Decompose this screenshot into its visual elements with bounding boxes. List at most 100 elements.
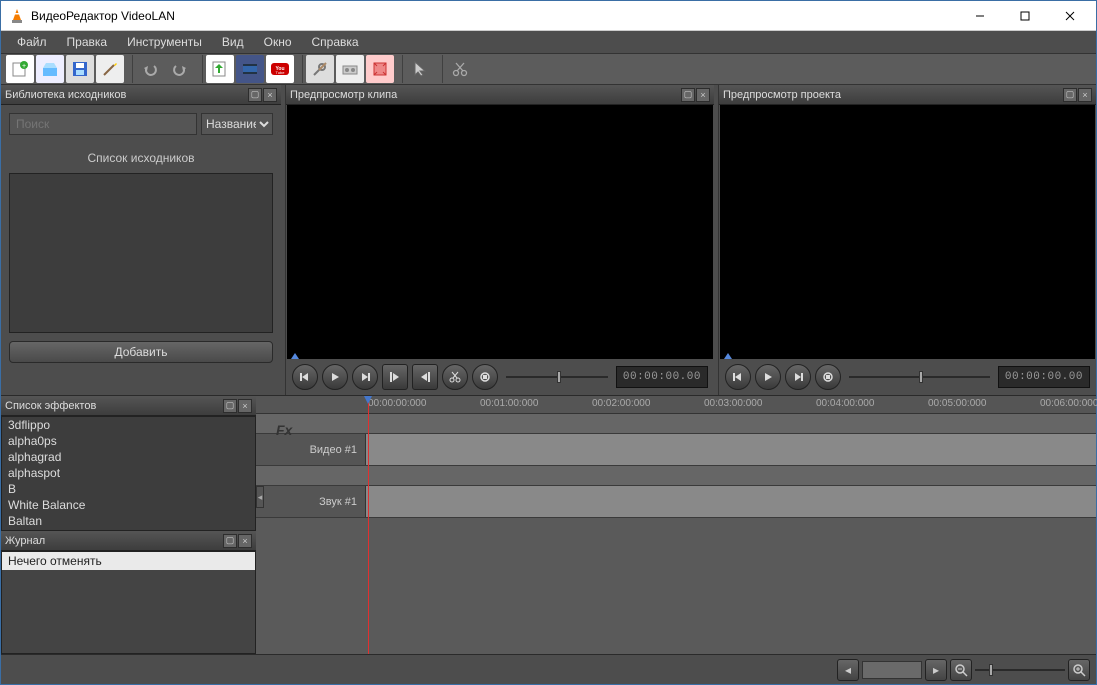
journal-header[interactable]: Журнал ▢ × — [1, 531, 256, 551]
project-position-slider[interactable] — [845, 367, 994, 387]
list-item[interactable]: alphagrad — [2, 449, 255, 465]
audio-track-label[interactable]: Звук #1 — [256, 486, 366, 517]
audio-track[interactable]: Звук #1 — [256, 486, 1096, 518]
audio-track-body[interactable] — [366, 486, 1096, 517]
prev-frame-button[interactable] — [725, 364, 751, 390]
ruler-label: 00:04:00:000 — [816, 398, 874, 409]
menu-tools[interactable]: Инструменты — [117, 32, 212, 52]
clip-marker-icon — [291, 353, 299, 359]
playhead[interactable] — [368, 396, 369, 654]
list-item[interactable]: 3dflippo — [2, 417, 255, 433]
play-button[interactable] — [755, 364, 781, 390]
library-search-row: Название — [9, 113, 273, 135]
menu-window[interactable]: Окно — [254, 32, 302, 52]
timeline-panel: 00:00:00:000 00:01:00:000 00:02:00:000 0… — [256, 396, 1096, 654]
panel-float-icon[interactable]: ▢ — [223, 399, 237, 413]
sort-select[interactable]: Название — [201, 113, 273, 135]
undo-icon[interactable] — [136, 55, 164, 83]
project-preview-canvas[interactable] — [720, 105, 1095, 359]
zoom-out-button[interactable] — [950, 659, 972, 681]
upper-panels: Библиотека исходников ▢ × Название Списо… — [1, 85, 1096, 395]
open-icon[interactable] — [36, 55, 64, 83]
tools-icon[interactable] — [306, 55, 334, 83]
zoom-slider[interactable] — [975, 660, 1065, 680]
panel-float-icon[interactable]: ▢ — [248, 88, 262, 102]
hscroll-thumb[interactable] — [862, 661, 922, 679]
list-item[interactable]: Baltan — [2, 513, 255, 529]
project-preview-panel: Предпросмотр проекта ▢ × 00:00:00.00 — [718, 85, 1096, 395]
cursor-icon[interactable] — [406, 55, 434, 83]
cut-button[interactable] — [442, 364, 468, 390]
collapse-handle[interactable]: ◂ — [256, 486, 264, 508]
stop-button[interactable] — [472, 364, 498, 390]
redo-icon[interactable] — [166, 55, 194, 83]
ruler-label: 00:01:00:000 — [480, 398, 538, 409]
import-icon[interactable] — [206, 55, 234, 83]
save-icon[interactable] — [66, 55, 94, 83]
panel-float-icon[interactable]: ▢ — [223, 534, 237, 548]
video-track-label[interactable]: Видео #1 — [256, 434, 366, 465]
track-gap — [256, 466, 1096, 486]
project-preview-title: Предпросмотр проекта — [723, 89, 841, 101]
maximize-button[interactable] — [1002, 2, 1047, 30]
panel-close-icon[interactable]: × — [238, 534, 252, 548]
menu-file[interactable]: Файл — [7, 32, 57, 52]
play-button[interactable] — [322, 364, 348, 390]
clip-preview-canvas[interactable] — [287, 105, 713, 359]
prev-frame-button[interactable] — [292, 364, 318, 390]
youtube-icon[interactable]: YouTube — [266, 55, 294, 83]
panel-float-icon[interactable]: ▢ — [1063, 88, 1077, 102]
journal-list[interactable]: Нечего отменять — [1, 551, 256, 654]
search-input[interactable] — [9, 113, 197, 135]
time-ruler[interactable]: 00:00:00:000 00:01:00:000 00:02:00:000 0… — [256, 396, 1096, 414]
mark-in-button[interactable] — [382, 364, 408, 390]
effects-header[interactable]: Список эффектов ▢ × — [1, 396, 256, 416]
journal-title: Журнал — [5, 535, 45, 547]
panel-float-icon[interactable]: ▢ — [681, 88, 695, 102]
next-frame-button[interactable] — [785, 364, 811, 390]
library-list[interactable] — [9, 173, 273, 333]
scroll-left-button[interactable]: ◂ — [837, 659, 859, 681]
project-preview-header[interactable]: Предпросмотр проекта ▢ × — [719, 85, 1096, 105]
panel-close-icon[interactable]: × — [263, 88, 277, 102]
fullscreen-icon[interactable] — [366, 55, 394, 83]
zoom-in-button[interactable] — [1068, 659, 1090, 681]
panel-close-icon[interactable]: × — [238, 399, 252, 413]
clip-icon[interactable] — [236, 55, 264, 83]
effects-list[interactable]: 3dflippo alpha0ps alphagrad alphaspot B … — [1, 416, 256, 531]
window-title: ВидеоРедактор VideoLAN — [31, 9, 175, 23]
clip-position-slider[interactable] — [502, 367, 612, 387]
video-track-body[interactable] — [366, 434, 1096, 465]
list-item[interactable]: White Balance — [2, 497, 255, 513]
panel-close-icon[interactable]: × — [1078, 88, 1092, 102]
next-frame-button[interactable] — [352, 364, 378, 390]
list-item[interactable]: alpha0ps — [2, 433, 255, 449]
video-track[interactable]: Видео #1 — [256, 434, 1096, 466]
minimize-button[interactable] — [957, 2, 1002, 30]
mark-out-button[interactable] — [412, 364, 438, 390]
new-project-icon[interactable]: + — [6, 55, 34, 83]
clip-timecode: 00:00:00.00 — [616, 366, 708, 388]
toolbar-separator — [297, 55, 303, 83]
menu-view[interactable]: Вид — [212, 32, 254, 52]
list-item[interactable]: B — [2, 481, 255, 497]
library-header[interactable]: Библиотека исходников ▢ × — [1, 85, 281, 105]
panel-close-icon[interactable]: × — [696, 88, 710, 102]
list-item[interactable]: alphaspot — [2, 465, 255, 481]
close-button[interactable] — [1047, 2, 1092, 30]
stop-button[interactable] — [815, 364, 841, 390]
toolbar-separator — [197, 55, 203, 83]
library-title: Библиотека исходников — [5, 89, 126, 101]
window-controls — [957, 2, 1092, 30]
clip-preview-header[interactable]: Предпросмотр клипа ▢ × — [286, 85, 714, 105]
cut-icon[interactable] — [446, 55, 474, 83]
menu-help[interactable]: Справка — [302, 32, 369, 52]
menu-edit[interactable]: Правка — [57, 32, 118, 52]
add-button[interactable]: Добавить — [9, 341, 273, 363]
list-item[interactable]: Нечего отменять — [2, 552, 255, 570]
wizard-icon[interactable] — [96, 55, 124, 83]
scroll-right-button[interactable]: ▸ — [925, 659, 947, 681]
ruler-label: 00:05:00:000 — [928, 398, 986, 409]
lower-panels: Список эффектов ▢ × 3dflippo alpha0ps al… — [1, 395, 1096, 654]
render-icon[interactable] — [336, 55, 364, 83]
